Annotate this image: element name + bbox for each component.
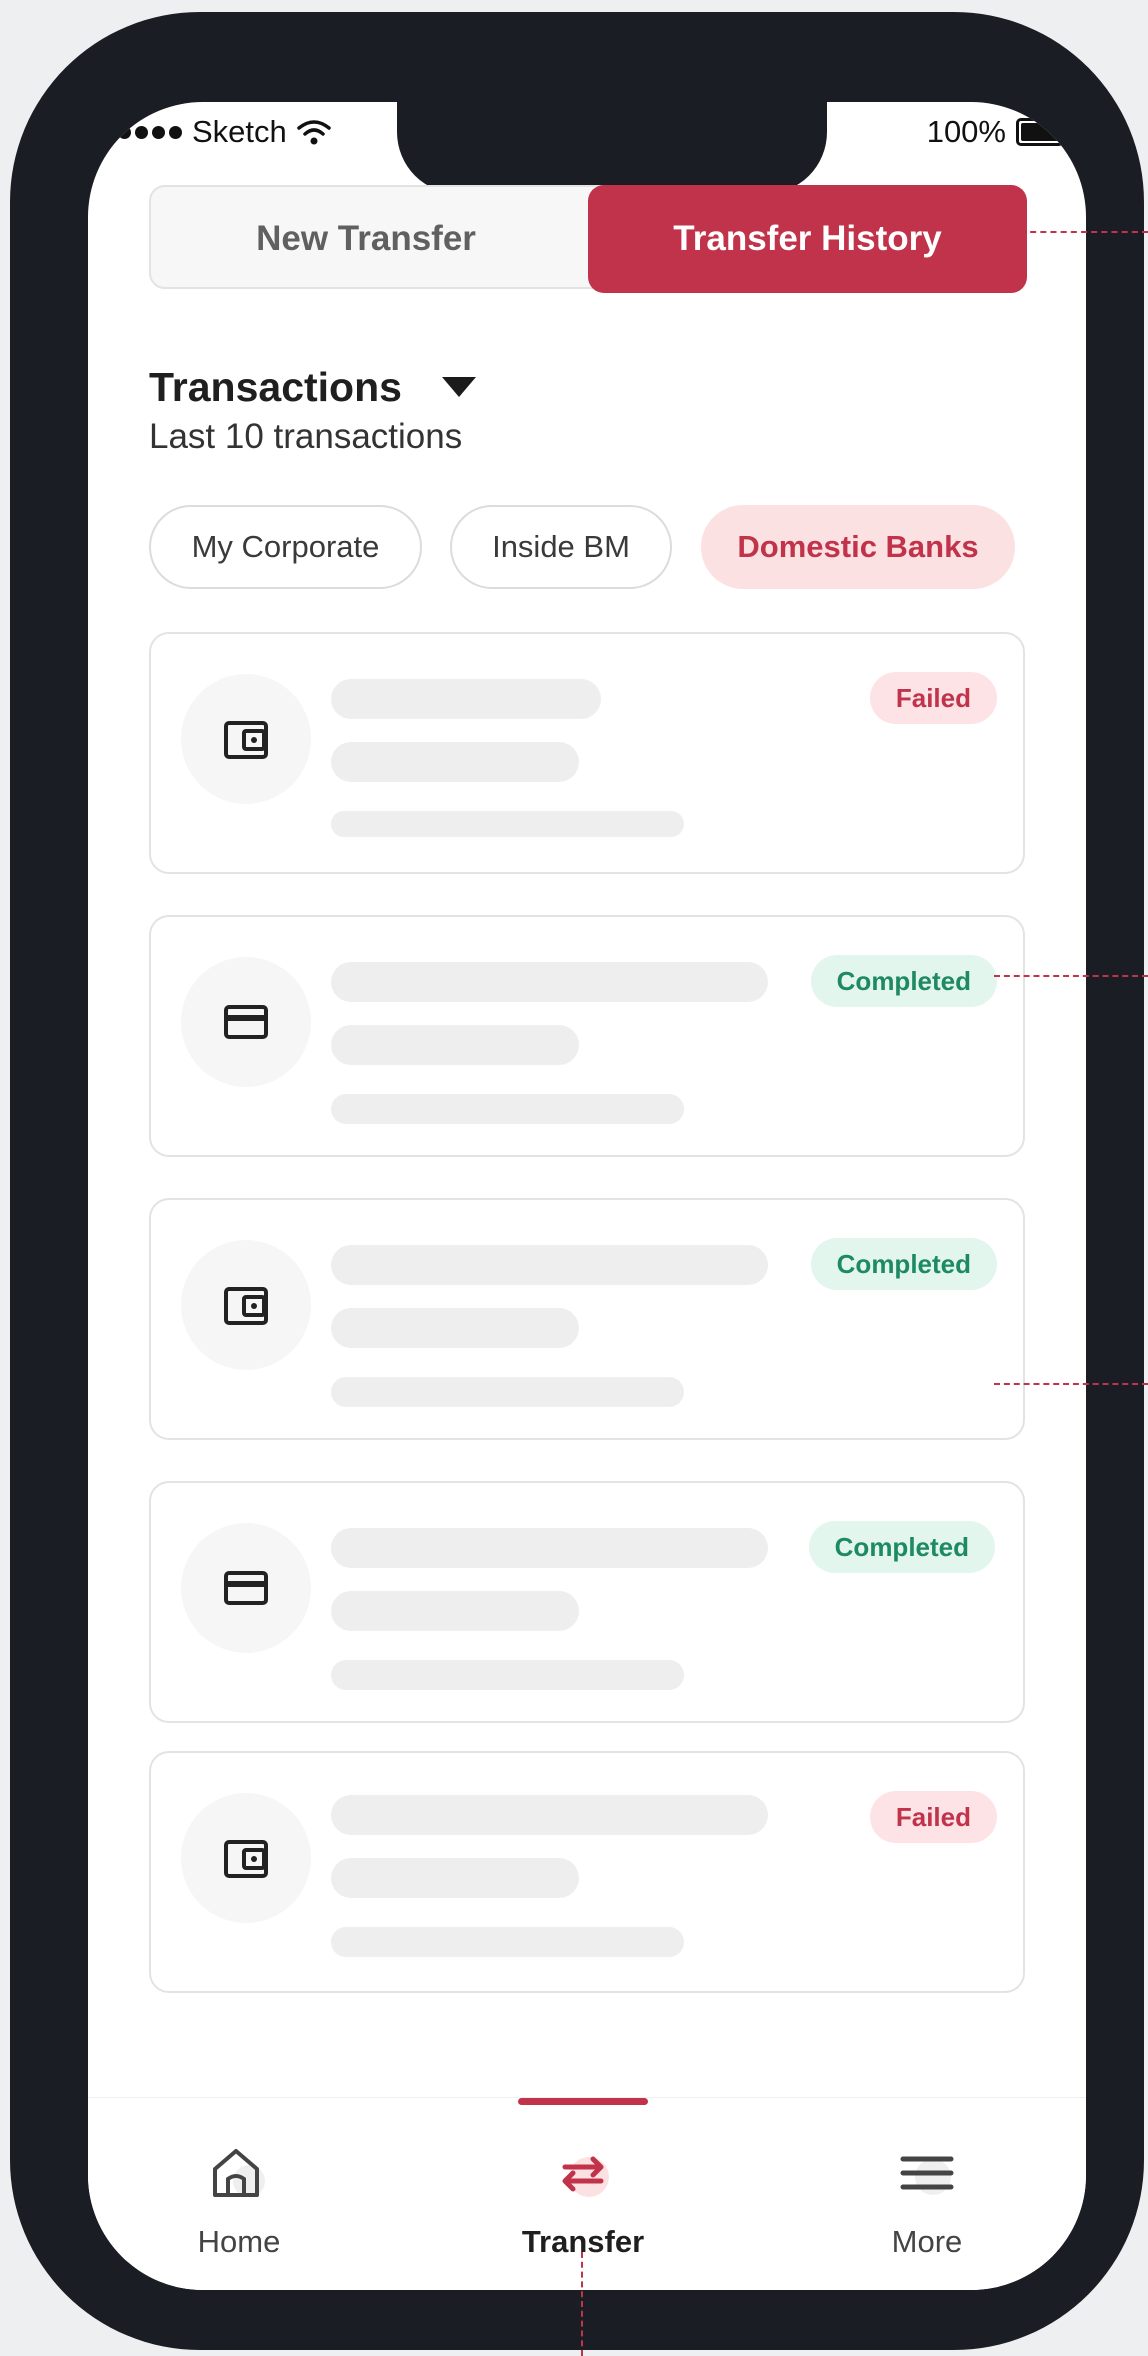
status-badge: Completed	[810, 1238, 997, 1290]
skeleton-line	[331, 1591, 579, 1631]
app-screen: Sketch 100% New Transfer Transfer Histor…	[88, 102, 1086, 2290]
annotation-line	[1020, 231, 1148, 233]
nav-label-more: More	[891, 2224, 963, 2259]
annotation-line	[994, 1383, 1148, 1385]
wallet-icon	[224, 721, 268, 759]
skeleton-line	[331, 679, 601, 719]
status-badge: Failed	[869, 672, 997, 724]
skeleton-line	[331, 811, 684, 837]
transaction-card[interactable]: Completed	[149, 915, 1025, 1157]
carrier-name: Sketch	[192, 114, 287, 149]
transaction-avatar	[181, 1240, 311, 1370]
device-notch	[397, 102, 827, 194]
battery-icon	[1016, 118, 1064, 146]
signal-icon	[118, 125, 182, 139]
skeleton-line	[331, 1660, 684, 1690]
battery-percent: 100%	[926, 114, 1006, 149]
phone-frame: Sketch 100% New Transfer Transfer Histor…	[10, 12, 1144, 2350]
filter-chip-domestic-banks[interactable]: Domestic Banks	[701, 505, 1015, 589]
transactions-subtitle: Last 10 transactions	[149, 417, 463, 456]
skeleton-line	[331, 1094, 684, 1124]
skeleton-line	[331, 742, 579, 782]
transaction-card[interactable]: Failed	[149, 632, 1025, 874]
status-badge: Completed	[810, 955, 997, 1007]
filter-chip-my-corporate[interactable]: My Corporate	[149, 505, 422, 589]
status-bar-left: Sketch	[118, 112, 331, 152]
skeleton-line	[331, 1025, 579, 1065]
transaction-avatar	[181, 1523, 311, 1653]
tab-new-transfer[interactable]: New Transfer	[151, 185, 581, 293]
status-badge: Failed	[869, 1791, 997, 1843]
wallet-icon	[224, 1287, 268, 1325]
transfer-arrows-icon	[562, 2156, 609, 2197]
card-icon	[224, 1005, 268, 1039]
transactions-title[interactable]: Transactions	[149, 364, 402, 411]
transaction-card[interactable]: Completed	[149, 1481, 1025, 1723]
annotation-line	[581, 2252, 583, 2356]
skeleton-line	[331, 1858, 579, 1898]
nav-label-transfer: Transfer	[521, 2224, 645, 2259]
transfer-segmented-control: New Transfer Transfer History	[149, 185, 1027, 293]
nav-label-home: Home	[197, 2224, 281, 2259]
skeleton-line	[331, 1528, 768, 1568]
nav-item-home[interactable]: Home	[139, 2138, 339, 2260]
card-icon	[224, 1571, 268, 1605]
wifi-icon	[297, 120, 331, 145]
home-icon	[213, 2149, 265, 2197]
transaction-avatar	[181, 957, 311, 1087]
transaction-card[interactable]: Failed	[149, 1751, 1025, 1993]
tab-transfer-history[interactable]: Transfer History	[588, 185, 1027, 293]
filter-chip-inside-bm[interactable]: Inside BM	[450, 505, 672, 589]
skeleton-line	[331, 1927, 684, 1957]
status-badge: Completed	[808, 1521, 995, 1573]
transaction-card[interactable]: Completed	[149, 1198, 1025, 1440]
transaction-avatar	[181, 674, 311, 804]
nav-item-transfer[interactable]: Transfer	[483, 2138, 683, 2260]
status-bar-right: 100%	[927, 112, 1064, 152]
active-tab-indicator	[518, 2098, 648, 2105]
nav-item-more[interactable]: More	[827, 2138, 1027, 2260]
wallet-icon	[224, 1840, 268, 1878]
menu-icon	[900, 2156, 954, 2195]
annotation-line	[994, 975, 1148, 977]
skeleton-line	[331, 1308, 579, 1348]
skeleton-line	[331, 1377, 684, 1407]
skeleton-line	[331, 1245, 768, 1285]
caret-down-icon[interactable]	[442, 377, 476, 397]
transaction-avatar	[181, 1793, 311, 1923]
skeleton-line	[331, 1795, 768, 1835]
bottom-navigation: Home Transfer More	[88, 2097, 1086, 2290]
skeleton-line	[331, 962, 768, 1002]
